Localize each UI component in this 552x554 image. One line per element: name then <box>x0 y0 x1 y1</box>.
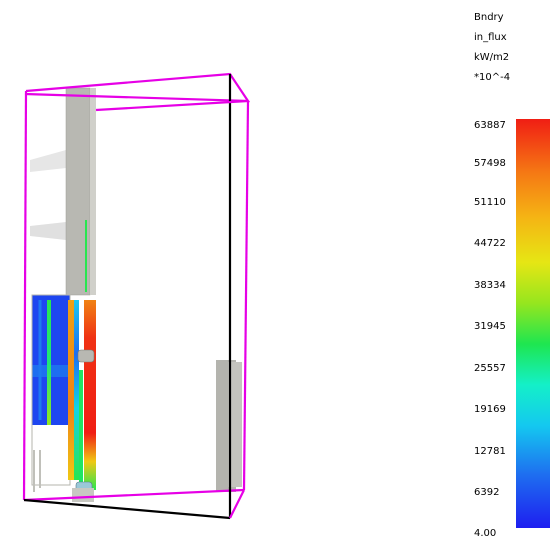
lower-green-strip <box>79 370 83 485</box>
tick-label: 57498 <box>474 158 506 169</box>
shadow-sheet-upper <box>30 150 66 172</box>
legend-scale: *10^-4 <box>474 72 511 83</box>
tick-label: 19169 <box>474 404 506 415</box>
red-column <box>84 300 96 490</box>
legend-variable: in_flux <box>474 32 507 43</box>
legend-quantity: Bndry <box>474 12 504 23</box>
tick-label: 31945 <box>474 321 506 332</box>
tick-label: 12781 <box>474 446 506 457</box>
orange-column <box>68 300 74 480</box>
tick-label: 38334 <box>474 280 506 291</box>
teal-column <box>74 300 79 480</box>
shadow-sheet-middle <box>30 222 66 240</box>
tick-label: 51110 <box>474 197 506 208</box>
scene-canvas <box>22 72 251 520</box>
connector-top <box>77 349 95 363</box>
green-column <box>47 300 51 425</box>
tick-label: 63887 <box>474 120 506 131</box>
tick-label: 44722 <box>474 238 506 249</box>
3d-viewport[interactable] <box>0 0 552 550</box>
colorbar <box>516 119 550 528</box>
tick-label: 4.00 <box>474 528 497 539</box>
base-block <box>72 488 94 502</box>
legend-units: kW/m2 <box>474 52 510 63</box>
tick-label: 6392 <box>474 487 500 498</box>
tick-label: 25557 <box>474 363 506 374</box>
